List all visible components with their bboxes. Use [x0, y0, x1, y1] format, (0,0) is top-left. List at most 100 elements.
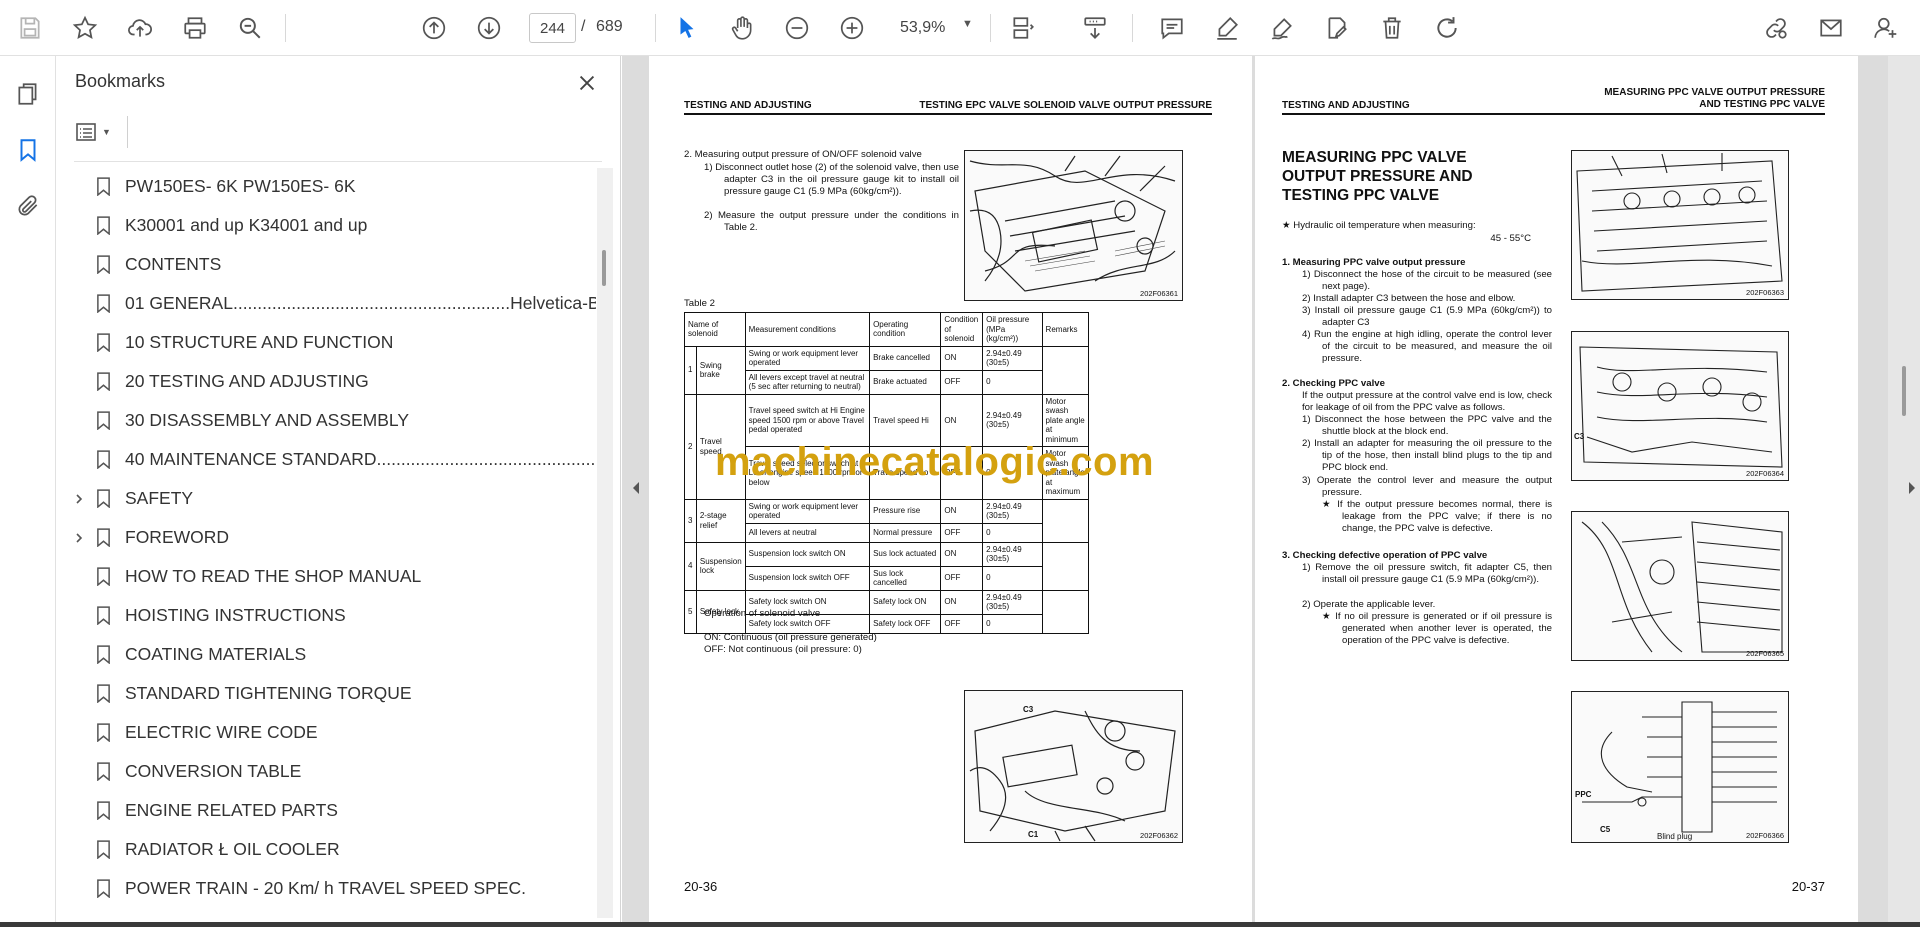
highlight-pen-icon[interactable]	[1207, 8, 1247, 48]
gauge-install-drawing	[969, 710, 1176, 842]
page-number-input[interactable]: 244	[529, 13, 576, 43]
bookmark-item[interactable]: COATING MATERIALS	[56, 635, 596, 674]
save-icon[interactable]	[10, 8, 50, 48]
scroll-thumb[interactable]	[602, 250, 606, 286]
bookmark-item[interactable]: ELECTRIC WIRE CODE	[56, 713, 596, 752]
bookmark-icon	[94, 644, 112, 666]
share-link-icon[interactable]	[1756, 8, 1796, 48]
bookmark-item[interactable]: CONVERSION TABLE	[56, 752, 596, 791]
section-2-intro: If the output pressure at the control va…	[1302, 390, 1552, 414]
panel-title: Bookmarks	[75, 71, 166, 91]
bookmark-label: ELECTRIC WIRE CODE	[125, 722, 318, 742]
step-2-title: 2. Measuring output pressure of ON/OFF s…	[684, 149, 922, 160]
bookmark-item[interactable]: 40 MAINTENANCE STANDARD.................…	[56, 440, 596, 479]
bookmark-item[interactable]: K30001 and up K34001 and up	[56, 206, 596, 245]
next-page-icon[interactable]	[469, 8, 509, 48]
bookmark-item[interactable]: CONTENTS	[56, 245, 596, 284]
scroll-thumb[interactable]	[1902, 366, 1906, 416]
table-header: Remarks	[1041, 312, 1090, 347]
bookmark-label: 10 STRUCTURE AND FUNCTION	[125, 332, 394, 352]
chevron-right-icon[interactable]	[70, 490, 88, 508]
attachment-icon[interactable]	[10, 188, 46, 224]
total-pages: 689	[596, 18, 623, 35]
table-cell: Motor swash plate angle at minimum	[1041, 393, 1090, 447]
select-cursor-icon[interactable]	[667, 8, 707, 48]
bookmark-item[interactable]: FOREWORD	[56, 518, 596, 557]
left-tool-rail	[0, 56, 56, 922]
bookmark-item[interactable]: 10 STRUCTURE AND FUNCTION	[56, 323, 596, 362]
draw-sign-icon[interactable]	[1262, 8, 1302, 48]
upload-cloud-icon[interactable]	[120, 8, 160, 48]
figure-ppc-4: PPC C5 Blind plug 202F06366	[1571, 691, 1789, 843]
section-title-line2: OUTPUT PRESSURE AND	[1282, 168, 1473, 185]
ppc-valve-drawing-3	[1581, 521, 1783, 653]
collapse-right-panel-icon[interactable]	[1904, 476, 1920, 500]
table-row: 4 Suspension lock Suspension lock switch…	[684, 541, 1090, 591]
bookmark-options-button[interactable]: ▼	[74, 118, 118, 146]
table-header: Operating condition	[869, 312, 942, 347]
page-header-left: TESTING AND ADJUSTING	[684, 100, 812, 111]
table-cell: 0	[982, 565, 1043, 591]
bookmark-item[interactable]: ENGINE RELATED PARTS	[56, 791, 596, 830]
collapse-left-panel-icon[interactable]	[628, 476, 644, 500]
bookmark-item[interactable]: STANDARD TIGHTENING TORQUE	[56, 674, 596, 713]
pages-thumbnail-icon[interactable]	[10, 76, 46, 112]
bookmark-label: K30001 and up K34001 and up	[125, 215, 368, 235]
bookmark-rail-icon[interactable]	[10, 132, 46, 168]
bookmark-item[interactable]: HOW TO READ THE SHOP MANUAL	[56, 557, 596, 596]
bookmark-item[interactable]: 20 TESTING AND ADJUSTING	[56, 362, 596, 401]
user-add-icon[interactable]	[1866, 8, 1906, 48]
hand-tool-icon[interactable]	[722, 8, 762, 48]
document-viewer[interactable]: TESTING AND ADJUSTING TESTING EPC VALVE …	[622, 56, 1920, 922]
table-header: Condition of solenoid	[940, 312, 984, 347]
page-separator: /	[581, 18, 586, 35]
rotate-icon[interactable]	[1427, 8, 1467, 48]
ppc-valve-drawing-1	[1576, 153, 1783, 292]
zoom-out-icon[interactable]	[777, 8, 817, 48]
trash-icon[interactable]	[1372, 8, 1412, 48]
table-cell	[1041, 541, 1090, 591]
table-cell: 2.94±0.49 (30±5)	[982, 589, 1043, 615]
table-cell: OFF	[940, 565, 984, 591]
figure-label-ppc: PPC	[1575, 790, 1592, 799]
fill-sign-icon[interactable]	[1317, 8, 1357, 48]
list-options-icon	[76, 123, 96, 141]
chevron-down-icon[interactable]: ▼	[962, 18, 973, 30]
bookmark-item[interactable]: 30 DISASSEMBLY AND ASSEMBLY	[56, 401, 596, 440]
previous-page-icon[interactable]	[414, 8, 454, 48]
zoom-in-icon[interactable]	[832, 8, 872, 48]
search-zoom-icon[interactable]	[230, 8, 270, 48]
section-2-step-2: 2) Install an adapter for measuring the …	[1302, 438, 1552, 474]
bookmark-item[interactable]: SAFETY	[56, 479, 596, 518]
print-icon[interactable]	[175, 8, 215, 48]
bookmark-icon	[94, 449, 112, 471]
bookmark-item[interactable]: HOISTING INSTRUCTIONS	[56, 596, 596, 635]
bookmark-scrollbar[interactable]	[597, 168, 613, 918]
table-row: 1 Swing brake Swing or work equipment le…	[684, 345, 1090, 395]
section-3-step-1: 1) Remove the oil pressure switch, fit a…	[1302, 562, 1552, 586]
bookmark-item[interactable]: POWER TRAIN - 20 Km/ h TRAVEL SPEED SPEC…	[56, 869, 596, 908]
close-icon[interactable]	[572, 68, 602, 98]
page-header-right: MEASURING PPC VALVE OUTPUT PRESSURE	[1604, 87, 1825, 98]
bookmark-label: FOREWORD	[125, 527, 230, 547]
ppc-block-drawing	[1582, 701, 1777, 833]
chevron-right-icon[interactable]	[70, 529, 88, 547]
bookmark-icon	[94, 800, 112, 822]
bookmark-item[interactable]: PW150ES- 6K PW150ES- 6K	[56, 167, 596, 206]
section-2-note: ★ If the output pressure becomes normal,…	[1322, 499, 1552, 535]
toolbar-separator	[285, 14, 286, 42]
section-1-step-3: 3) Install oil pressure gauge C1 (5.9 MP…	[1302, 305, 1552, 329]
table-cell: ON	[940, 541, 984, 567]
page-number: 20-36	[684, 879, 718, 894]
bookmark-item[interactable]: RADIATOR Ł OIL COOLER	[56, 830, 596, 869]
comment-icon[interactable]	[1152, 8, 1192, 48]
mail-icon[interactable]	[1811, 8, 1851, 48]
scroll-mode-icon[interactable]	[1075, 8, 1115, 48]
note-on: ON: Continuous (oil pressure generated)	[704, 632, 877, 643]
bookmark-label: SAFETY	[125, 488, 194, 508]
page-fit-icon[interactable]	[1003, 8, 1043, 48]
bookmark-item[interactable]: 01 GENERAL..............................…	[56, 284, 596, 323]
star-icon[interactable]	[65, 8, 105, 48]
ppc-valve-drawing-2	[1579, 346, 1783, 468]
bookmark-label: HOISTING INSTRUCTIONS	[125, 605, 346, 625]
